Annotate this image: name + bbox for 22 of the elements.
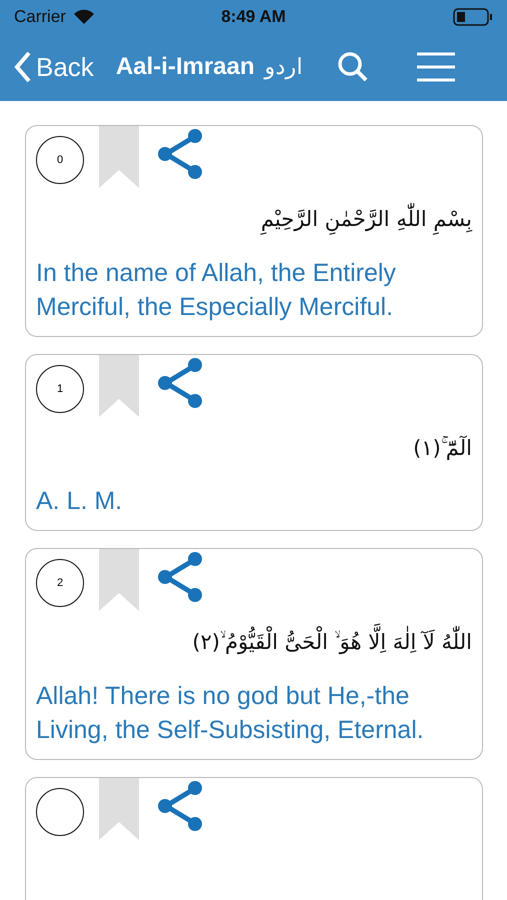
battery-icon bbox=[453, 8, 493, 26]
search-icon bbox=[336, 51, 369, 83]
chapter-title: Aal-i-Imraan bbox=[116, 53, 255, 81]
verse-number: 0 bbox=[36, 136, 84, 184]
verse-number-circle bbox=[36, 788, 84, 836]
language-label: اردو bbox=[264, 54, 303, 80]
carrier-label: Carrier bbox=[14, 6, 66, 26]
verse-translation: A. L. M. bbox=[36, 486, 124, 518]
arabic-verse: الٓمّٓ ۚ(١) bbox=[412, 434, 472, 462]
verse-translation: Allah! There is no god but He,-the Living, the Self-Subsisting, Eternal. bbox=[36, 681, 425, 746]
back-button[interactable]: Back bbox=[14, 51, 94, 83]
arabic-verse: اللّٰهُ لَآ اِلٰهَ اِلَّا هُوَ ۙ الْحَیُّ الْقَیُّوْمُ ۙ(٢) bbox=[36, 621, 472, 666]
arabic-verse: بِسْمِ اللّٰهِ الرَّحْمٰنِ الرَّحِيْمِ bbox=[36, 198, 472, 242]
verse-number: 1 bbox=[36, 364, 84, 413]
status-time: 8:49 AM bbox=[221, 6, 286, 26]
wifi-icon bbox=[74, 9, 94, 24]
search-button[interactable] bbox=[336, 51, 369, 83]
verse-number: 2 bbox=[36, 559, 84, 608]
verse-translation: In the name of Allah, the Entirely Merciful, the Especially Merciful. bbox=[36, 258, 397, 323]
menu-icon bbox=[416, 51, 455, 83]
menu-button[interactable] bbox=[416, 51, 455, 83]
chevron-left-icon bbox=[14, 51, 32, 83]
